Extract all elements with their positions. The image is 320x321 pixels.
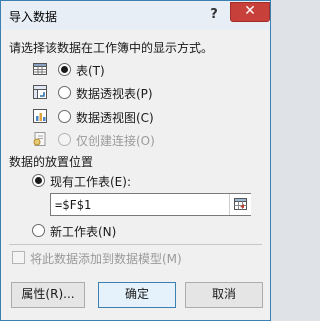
close-button[interactable]: ✕ bbox=[230, 2, 270, 22]
help-button[interactable]: ? bbox=[202, 5, 226, 25]
radio-pivot-table[interactable] bbox=[58, 86, 71, 99]
properties-button[interactable]: 属性(R)... bbox=[11, 282, 85, 308]
radio-pivot-chart[interactable] bbox=[58, 110, 71, 123]
table-icon bbox=[32, 61, 48, 77]
option-connection-only-label: 仅创建连接(O) bbox=[76, 134, 155, 148]
display-section-header: 请选择该数据在工作簿中的显示方式。 bbox=[9, 41, 214, 55]
dialog-content: 请选择该数据在工作簿中的显示方式。 表(T) 数据透视表(P) 数据透视图(C)… bbox=[1, 30, 270, 320]
cell-reference-value: =$F$1 bbox=[55, 198, 92, 212]
new-sheet-label: 新工作表(N) bbox=[50, 225, 117, 239]
option-pivot-table-label: 数据透视表(P) bbox=[76, 87, 153, 101]
pivot-chart-icon bbox=[32, 108, 48, 124]
import-data-dialog: 导入数据 ? ✕ 请选择该数据在工作簿中的显示方式。 表(T) 数据透视表(P)… bbox=[0, 0, 271, 321]
title-bar: 导入数据 ? ✕ bbox=[1, 1, 270, 30]
divider bbox=[9, 244, 262, 245]
existing-sheet-label: 现有工作表(E): bbox=[50, 175, 131, 189]
radio-connection-only[interactable] bbox=[58, 133, 71, 146]
data-model-label: 将此数据添加到数据模型(M) bbox=[30, 252, 182, 266]
cancel-button[interactable]: 取消 bbox=[185, 282, 263, 308]
range-select-icon bbox=[234, 198, 247, 210]
cell-reference-input[interactable]: =$F$1 bbox=[50, 193, 251, 216]
option-table-label: 表(T) bbox=[76, 64, 105, 78]
ok-button[interactable]: 确定 bbox=[98, 282, 176, 308]
connection-icon bbox=[32, 131, 48, 147]
radio-table[interactable] bbox=[58, 63, 71, 76]
collapse-dialog-button[interactable] bbox=[229, 194, 251, 215]
placement-section-header: 数据的放置位置 bbox=[9, 155, 94, 169]
pivot-table-icon bbox=[32, 84, 48, 100]
radio-new-sheet[interactable] bbox=[32, 224, 45, 237]
window-title: 导入数据 bbox=[9, 10, 58, 24]
option-pivot-chart-label: 数据透视图(C) bbox=[76, 111, 154, 125]
data-model-checkbox[interactable] bbox=[12, 251, 25, 264]
radio-existing-sheet[interactable] bbox=[32, 174, 45, 187]
